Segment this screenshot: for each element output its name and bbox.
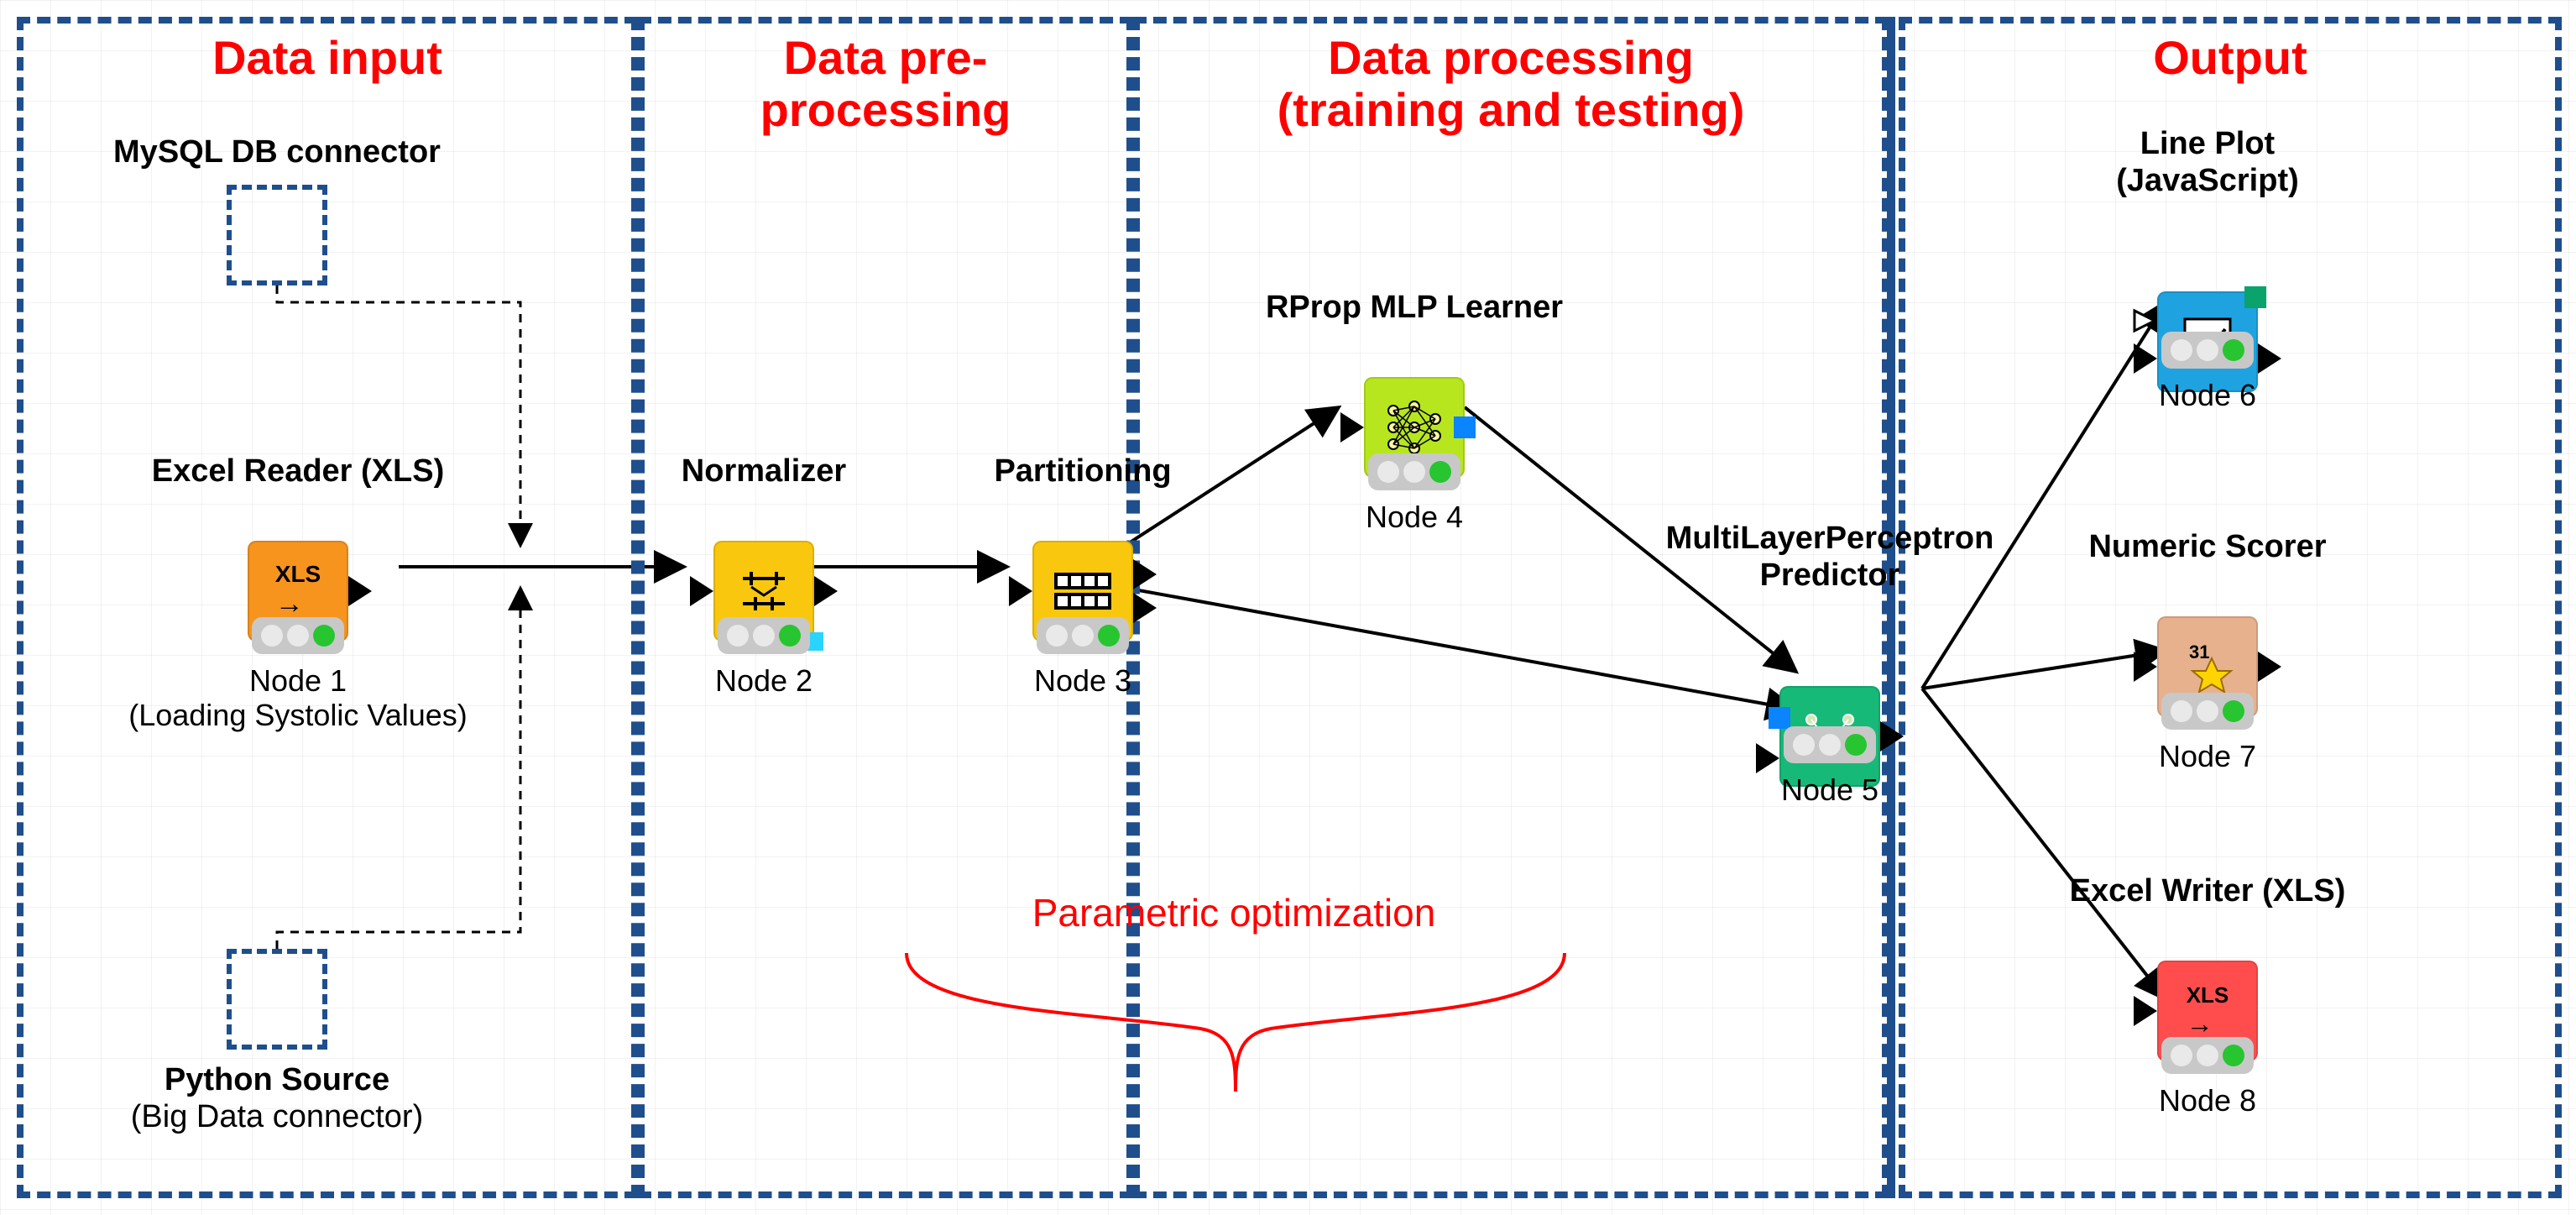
node-1-title: Excel Reader (XLS) — [118, 453, 478, 490]
node-2-out-port[interactable] — [814, 576, 838, 606]
node-6-title: Line Plot (JavaScript) — [2065, 126, 2350, 199]
section-title-output: Output — [1905, 32, 2555, 84]
node-7-title: Numeric Scorer — [2065, 529, 2350, 566]
node-7-in-port[interactable] — [2134, 652, 2157, 682]
node-5-out-port[interactable] — [1880, 721, 1904, 752]
node-2-status — [718, 617, 810, 654]
node-5-data-in-port[interactable] — [1756, 743, 1779, 773]
mysql-connector-placeholder-icon[interactable] — [227, 185, 327, 285]
node-4-in-port[interactable] — [1340, 412, 1364, 443]
node-4-name: Node 4 — [1259, 500, 1570, 534]
node-3-status — [1037, 617, 1129, 654]
node-1-status — [252, 617, 344, 654]
node-6-out-port[interactable] — [2258, 343, 2281, 374]
node-4-status — [1368, 453, 1460, 490]
python-source-label-line2: (Big Data connector) — [84, 1099, 470, 1136]
node-1-subtitle: (Loading Systolic Values) — [118, 698, 478, 732]
node-6-status — [2161, 332, 2254, 369]
node-8-status — [2161, 1037, 2254, 1074]
arrow-right-icon: → — [2187, 1008, 2213, 1039]
section-title-processing-line1: Data processing — [1328, 31, 1694, 84]
python-source-placeholder-icon[interactable] — [227, 949, 327, 1050]
node-8-in-port[interactable] — [2134, 996, 2157, 1026]
node-6-title-line2: (JavaScript) — [2116, 163, 2299, 198]
svg-text:31: 31 — [2189, 642, 2209, 662]
arrow-right-icon: → — [275, 588, 304, 620]
section-title-preprocessing-line1: Data pre- — [784, 31, 988, 84]
node-5-title: MultiLayerPerceptron Predictor — [1645, 521, 2014, 594]
section-title-preprocessing: Data pre- processing — [645, 32, 1126, 135]
node-excel-writer[interactable]: Excel Writer (XLS) XLS → Node 8 — [2040, 873, 2375, 1011]
section-title-preprocessing-line2: processing — [760, 83, 1011, 136]
node-6-name: Node 6 — [2065, 378, 2350, 412]
mysql-connector-label: MySQL DB connector — [101, 134, 453, 171]
xls-writer-icon-text: XLS — [2187, 982, 2229, 1008]
node-8-title: Excel Writer (XLS) — [2040, 873, 2375, 910]
node-3-in-port[interactable] — [1009, 576, 1032, 606]
node-rprop-mlp-learner[interactable]: RProp MLP Learner Node 4 — [1259, 290, 1570, 427]
node-5-model-in-port[interactable] — [1769, 707, 1790, 729]
node-partitioning[interactable]: Partitioning Node 3 — [965, 453, 1200, 591]
node-6-image-out-port[interactable] — [2244, 286, 2266, 308]
node-excel-reader[interactable]: Excel Reader (XLS) XLS → Node 1 (Loading… — [118, 453, 478, 591]
node-line-plot[interactable]: Line Plot (JavaScript) Node 6 — [2065, 126, 2350, 300]
node-6-flow-in-port[interactable] — [2132, 308, 2157, 338]
node-normalizer[interactable]: Normalizer Node 2 — [655, 453, 873, 591]
node-8-name: Node 8 — [2040, 1083, 2375, 1118]
node-5-title-line2: Predictor — [1760, 558, 1900, 593]
node-3-title: Partitioning — [965, 453, 1200, 490]
mysql-connector-group: MySQL DB connector — [101, 134, 453, 171]
node-5-status — [1784, 726, 1876, 763]
section-title-processing-line2: (training and testing) — [1278, 83, 1745, 136]
node-7-status — [2161, 693, 2254, 730]
node-5-title-line1: MultiLayerPerceptron — [1666, 521, 1994, 556]
node-7-name: Node 7 — [2065, 739, 2350, 773]
node-2-name: Node 2 — [655, 663, 873, 698]
node-1-name: Node 1 — [118, 663, 478, 698]
node-7-out-port[interactable] — [2258, 652, 2281, 682]
section-title-data-input: Data input — [24, 32, 631, 84]
node-3-out-port-top[interactable] — [1133, 559, 1157, 589]
node-3-name: Node 3 — [965, 663, 1200, 698]
section-title-processing: Data processing (training and testing) — [1140, 32, 1882, 135]
node-numeric-scorer[interactable]: Numeric Scorer 31 Node 7 — [2065, 529, 2350, 667]
node-6-title-line1: Line Plot — [2140, 126, 2275, 161]
node-mlp-predictor[interactable]: MultiLayerPerceptron Predictor Node 5 — [1645, 521, 2014, 694]
python-source-label-line1: Python Source — [84, 1062, 470, 1099]
annotation-parametric-optimization: Parametric optimization — [965, 890, 1502, 935]
node-1-out-port[interactable] — [348, 576, 372, 606]
node-2-in-port[interactable] — [690, 576, 713, 606]
node-3-out-port-bottom[interactable] — [1133, 593, 1157, 623]
node-2-title: Normalizer — [655, 453, 873, 490]
xls-reader-icon-text: XLS — [275, 561, 321, 587]
node-4-title: RProp MLP Learner — [1259, 290, 1570, 327]
node-6-in-port[interactable] — [2134, 343, 2157, 374]
node-4-model-out-port[interactable] — [1454, 416, 1476, 438]
node-5-name: Node 5 — [1645, 772, 2014, 807]
